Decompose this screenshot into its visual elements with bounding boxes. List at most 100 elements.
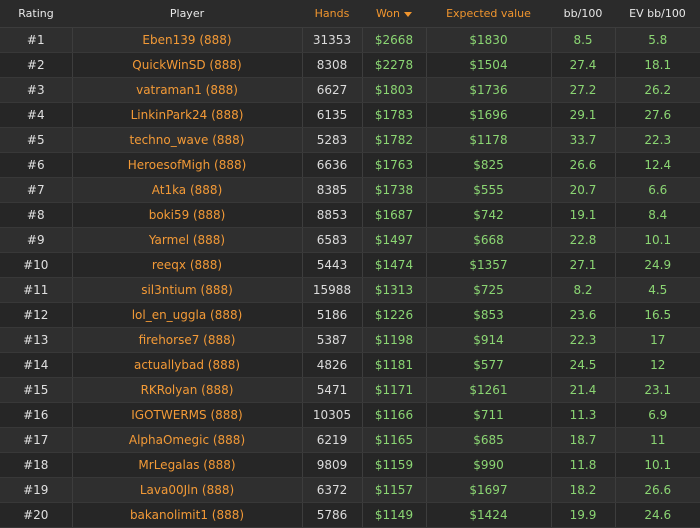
- cell-ev-bb100: 26.6: [615, 477, 700, 503]
- cell-hands: 8853: [302, 202, 363, 228]
- cell-player-link[interactable]: actuallybad (888): [72, 352, 303, 378]
- cell-rank: #17: [0, 427, 73, 453]
- cell-bb100: 27.1: [551, 252, 616, 278]
- cell-won: $2278: [362, 52, 427, 78]
- cell-player-link[interactable]: RKRolyan (888): [72, 377, 303, 403]
- cell-player-link[interactable]: techno_wave (888): [72, 127, 303, 153]
- cell-hands: 5186: [302, 302, 363, 328]
- cell-rank: #4: [0, 102, 73, 128]
- cell-player-link[interactable]: AlphaOmegic (888): [72, 427, 303, 453]
- cell-player-link[interactable]: IGOTWERMS (888): [72, 402, 303, 428]
- cell-expected-value: $725: [426, 277, 552, 303]
- cell-player-link[interactable]: LinkinPark24 (888): [72, 102, 303, 128]
- cell-rank: #19: [0, 477, 73, 503]
- cell-player-link[interactable]: vatraman1 (888): [72, 77, 303, 103]
- cell-bb100: 29.1: [551, 102, 616, 128]
- cell-rank: #13: [0, 327, 73, 353]
- cell-won: $1497: [362, 227, 427, 253]
- header-ev-bb100[interactable]: EV bb/100: [615, 0, 700, 28]
- cell-expected-value: $577: [426, 352, 552, 378]
- cell-hands: 5387: [302, 327, 363, 353]
- cell-won: $1166: [362, 402, 427, 428]
- table-row: #12 lol_en_uggla (888) 5186 $1226 $853 23.6 16…: [0, 302, 700, 328]
- cell-expected-value: $1357: [426, 252, 552, 278]
- cell-expected-value: $1696: [426, 102, 552, 128]
- cell-player-link[interactable]: MrLegalas (888): [72, 452, 303, 478]
- table-row: #8 boki59 (888) 8853 $1687 $742 19.1 8.4: [0, 202, 700, 228]
- cell-won: $1198: [362, 327, 427, 353]
- cell-rank: #2: [0, 52, 73, 78]
- cell-expected-value: $825: [426, 152, 552, 178]
- table-row: #1 Eben139 (888) 31353 $2668 $1830 8.5 5.8: [0, 27, 700, 53]
- cell-bb100: 20.7: [551, 177, 616, 203]
- cell-player-link[interactable]: At1ka (888): [72, 177, 303, 203]
- cell-player-link[interactable]: QuickWinSD (888): [72, 52, 303, 78]
- cell-bb100: 22.3: [551, 327, 616, 353]
- cell-won: $1181: [362, 352, 427, 378]
- cell-bb100: 19.9: [551, 502, 616, 528]
- header-expected-value[interactable]: Expected value: [426, 0, 551, 28]
- header-bb100[interactable]: bb/100: [551, 0, 615, 28]
- table-row: #16 IGOTWERMS (888) 10305 $1166 $711 11.3 6.9: [0, 402, 700, 428]
- cell-won: $1783: [362, 102, 427, 128]
- cell-expected-value: $1504: [426, 52, 552, 78]
- leaderboard-table: Rating Player Hands Won Expected value b…: [0, 0, 700, 528]
- cell-ev-bb100: 6.9: [615, 402, 700, 428]
- cell-won: $1763: [362, 152, 427, 178]
- cell-won: $1149: [362, 502, 427, 528]
- cell-won: $1226: [362, 302, 427, 328]
- cell-hands: 8385: [302, 177, 363, 203]
- cell-hands: 31353: [302, 27, 363, 53]
- cell-bb100: 19.1: [551, 202, 616, 228]
- cell-ev-bb100: 27.6: [615, 102, 700, 128]
- header-rating[interactable]: Rating: [0, 0, 72, 28]
- cell-player-link[interactable]: firehorse7 (888): [72, 327, 303, 353]
- cell-rank: #15: [0, 377, 73, 403]
- cell-bb100: 8.5: [551, 27, 616, 53]
- table-row: #18 MrLegalas (888) 9809 $1159 $990 11.8 10.1: [0, 452, 700, 478]
- cell-won: $1157: [362, 477, 427, 503]
- cell-expected-value: $668: [426, 227, 552, 253]
- cell-ev-bb100: 8.4: [615, 202, 700, 228]
- cell-rank: #16: [0, 402, 73, 428]
- cell-hands: 5471: [302, 377, 363, 403]
- header-row: Rating Player Hands Won Expected value b…: [0, 0, 700, 28]
- cell-player-link[interactable]: reeqx (888): [72, 252, 303, 278]
- cell-bb100: 24.5: [551, 352, 616, 378]
- cell-hands: 8308: [302, 52, 363, 78]
- cell-player-link[interactable]: sil3ntium (888): [72, 277, 303, 303]
- table-row: #2 QuickWinSD (888) 8308 $2278 $1504 27.4 18.1: [0, 52, 700, 78]
- header-player[interactable]: Player: [72, 0, 302, 28]
- cell-player-link[interactable]: lol_en_uggla (888): [72, 302, 303, 328]
- cell-won: $1171: [362, 377, 427, 403]
- cell-won: $1313: [362, 277, 427, 303]
- cell-bb100: 18.7: [551, 427, 616, 453]
- cell-won: $1803: [362, 77, 427, 103]
- cell-player-link[interactable]: boki59 (888): [72, 202, 303, 228]
- cell-hands: 6583: [302, 227, 363, 253]
- cell-won: $1782: [362, 127, 427, 153]
- table-row: #14 actuallybad (888) 4826 $1181 $577 24.5 12: [0, 352, 700, 378]
- cell-bb100: 11.3: [551, 402, 616, 428]
- table-row: #10 reeqx (888) 5443 $1474 $1357 27.1 24.9: [0, 252, 700, 278]
- cell-ev-bb100: 24.6: [615, 502, 700, 528]
- cell-player-link[interactable]: Lava00Jln (888): [72, 477, 303, 503]
- cell-player-link[interactable]: Eben139 (888): [72, 27, 303, 53]
- cell-ev-bb100: 23.1: [615, 377, 700, 403]
- cell-bb100: 27.4: [551, 52, 616, 78]
- table-row: #7 At1ka (888) 8385 $1738 $555 20.7 6.6: [0, 177, 700, 203]
- table-row: #15 RKRolyan (888) 5471 $1171 $1261 21.4 23.1: [0, 377, 700, 403]
- cell-expected-value: $1830: [426, 27, 552, 53]
- cell-ev-bb100: 11: [615, 427, 700, 453]
- cell-player-link[interactable]: HeroesofMigh (888): [72, 152, 303, 178]
- header-won[interactable]: Won: [362, 0, 426, 28]
- cell-expected-value: $990: [426, 452, 552, 478]
- header-hands[interactable]: Hands: [302, 0, 362, 28]
- table-row: #3 vatraman1 (888) 6627 $1803 $1736 27.2 26.2: [0, 77, 700, 103]
- cell-expected-value: $1178: [426, 127, 552, 153]
- cell-player-link[interactable]: bakanolimit1 (888): [72, 502, 303, 528]
- cell-rank: #18: [0, 452, 73, 478]
- cell-hands: 10305: [302, 402, 363, 428]
- cell-hands: 6627: [302, 77, 363, 103]
- cell-player-link[interactable]: Yarmel (888): [72, 227, 303, 253]
